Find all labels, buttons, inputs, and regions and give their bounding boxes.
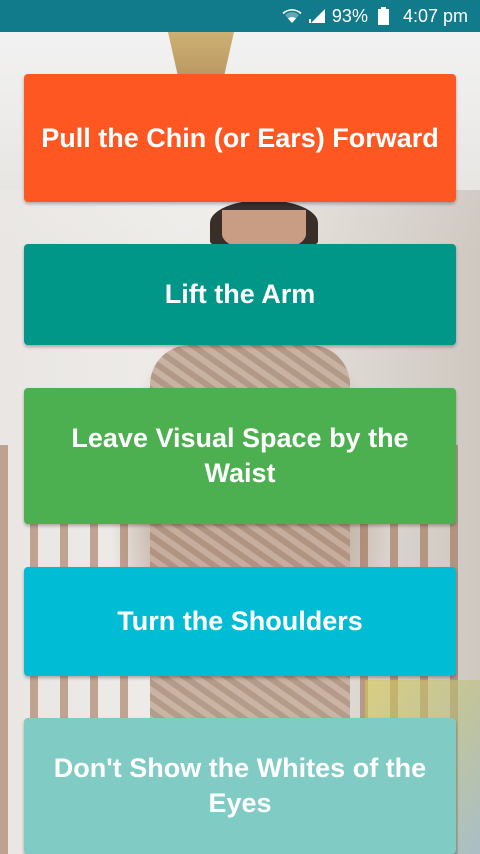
turn-shoulders-label: Turn the Shoulders: [117, 606, 363, 636]
lift-arm-label: Lift the Arm: [164, 279, 316, 309]
dont-show-whites-label: Don't Show the Whites of the Eyes: [53, 753, 427, 818]
background-lamp: [168, 32, 234, 76]
battery-percent: 93%: [331, 5, 368, 26]
app-screen: 93% 4:07 pm Pull the Chin (or Ears) Forw…: [0, 0, 480, 854]
dont-show-whites-button[interactable]: Don't Show the Whites of the Eyes: [24, 718, 456, 854]
battery-icon: [374, 7, 397, 25]
leave-visual-space-label: Leave Visual Space by the Waist: [71, 423, 409, 488]
leave-visual-space-button[interactable]: Leave Visual Space by the Waist: [24, 388, 456, 524]
signal-icon: [308, 8, 326, 24]
status-time: 4:07 pm: [402, 5, 468, 26]
pull-chin-forward-label: Pull the Chin (or Ears) Forward: [41, 122, 439, 153]
status-bar: 93% 4:07 pm: [0, 0, 480, 32]
turn-shoulders-button[interactable]: Turn the Shoulders: [24, 567, 456, 676]
lift-arm-button[interactable]: Lift the Arm: [24, 244, 456, 345]
wifi-icon: [282, 8, 302, 24]
pull-chin-forward-button[interactable]: Pull the Chin (or Ears) Forward: [24, 74, 456, 202]
